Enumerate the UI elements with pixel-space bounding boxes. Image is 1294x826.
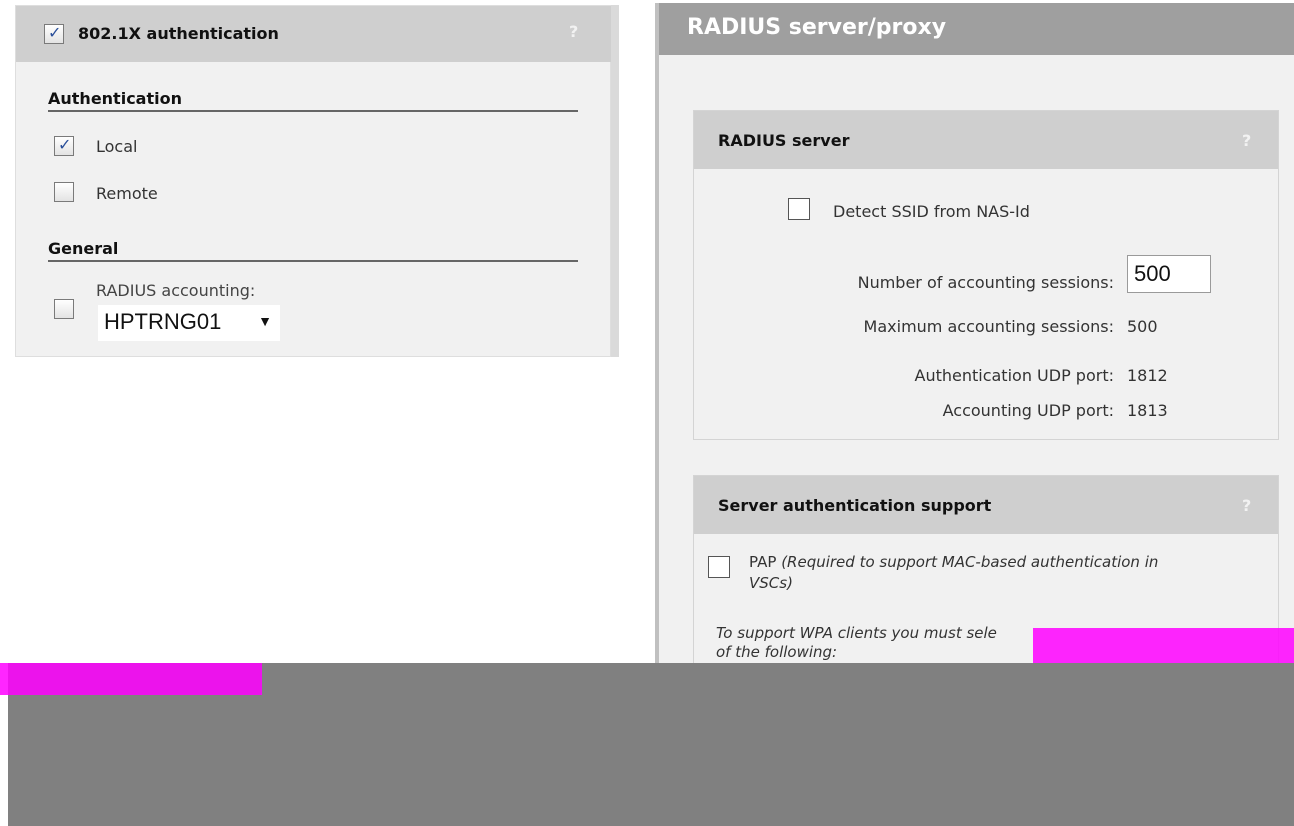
pap-name: PAP: [749, 553, 777, 571]
wpa-note-line2: of the following:: [716, 643, 838, 661]
pap-checkbox[interactable]: [708, 556, 730, 578]
help-icon[interactable]: ?: [569, 22, 578, 41]
radius-profile-value: HPTRNG01: [104, 309, 222, 334]
local-checkbox[interactable]: ✓: [54, 135, 74, 156]
max-sessions-label: Maximum accounting sessions:: [863, 317, 1114, 336]
auth-8021x-header: ✓ 802.1X authentication ?: [16, 6, 612, 62]
check-icon: ✓: [58, 135, 72, 154]
local-label: Local: [96, 137, 138, 156]
radius-proxy-title: RADIUS server/proxy: [659, 3, 1294, 55]
authentication-heading: Authentication: [48, 89, 182, 108]
radius-accounting-checkbox[interactable]: [54, 299, 74, 319]
chevron-down-icon: ▼: [258, 313, 272, 329]
help-icon[interactable]: ?: [1242, 131, 1251, 150]
image-artifact: [1033, 628, 1294, 663]
radius-accounting-label: RADIUS accounting:: [96, 281, 256, 300]
general-divider: [48, 260, 578, 262]
auth-8021x-label: 802.1X authentication: [78, 24, 279, 43]
max-sessions-value: 500: [1127, 317, 1158, 336]
remote-label: Remote: [96, 184, 158, 203]
panel-divider: [611, 5, 619, 357]
help-icon[interactable]: ?: [1242, 496, 1251, 515]
radius-profile-select[interactable]: HPTRNG01 ▼: [98, 305, 280, 341]
server-auth-title: Server authentication support: [718, 496, 992, 515]
acct-port-value: 1813: [1127, 401, 1168, 420]
num-sessions-label: Number of accounting sessions:: [857, 273, 1114, 292]
pap-label: PAP (Required to support MAC-based authe…: [749, 553, 1158, 571]
radius-proxy-panel: RADIUS server/proxy RADIUS server ? Dete…: [655, 3, 1294, 675]
server-auth-header: Server authentication support: [694, 476, 1278, 534]
acct-port-label: Accounting UDP port:: [942, 401, 1114, 420]
pap-note: (Required to support MAC-based authentic…: [781, 553, 1159, 571]
detect-ssid-label: Detect SSID from NAS-Id: [833, 202, 1030, 221]
check-icon: ✓: [48, 23, 62, 42]
auth-port-value: 1812: [1127, 366, 1168, 385]
general-heading: General: [48, 239, 119, 258]
num-sessions-input[interactable]: [1127, 255, 1211, 293]
auth-port-label: Authentication UDP port:: [914, 366, 1115, 385]
authentication-divider: [48, 110, 578, 112]
radius-server-title: RADIUS server: [718, 131, 850, 150]
detect-ssid-checkbox[interactable]: [788, 198, 810, 220]
wpa-note: To support WPA clients you must sele: [716, 624, 997, 642]
pap-note-line2: VSCs): [749, 574, 793, 592]
remote-checkbox[interactable]: [54, 182, 74, 202]
image-artifact: [0, 663, 262, 695]
radius-server-header: RADIUS server: [694, 111, 1278, 169]
auth-8021x-checkbox[interactable]: ✓: [44, 23, 64, 44]
